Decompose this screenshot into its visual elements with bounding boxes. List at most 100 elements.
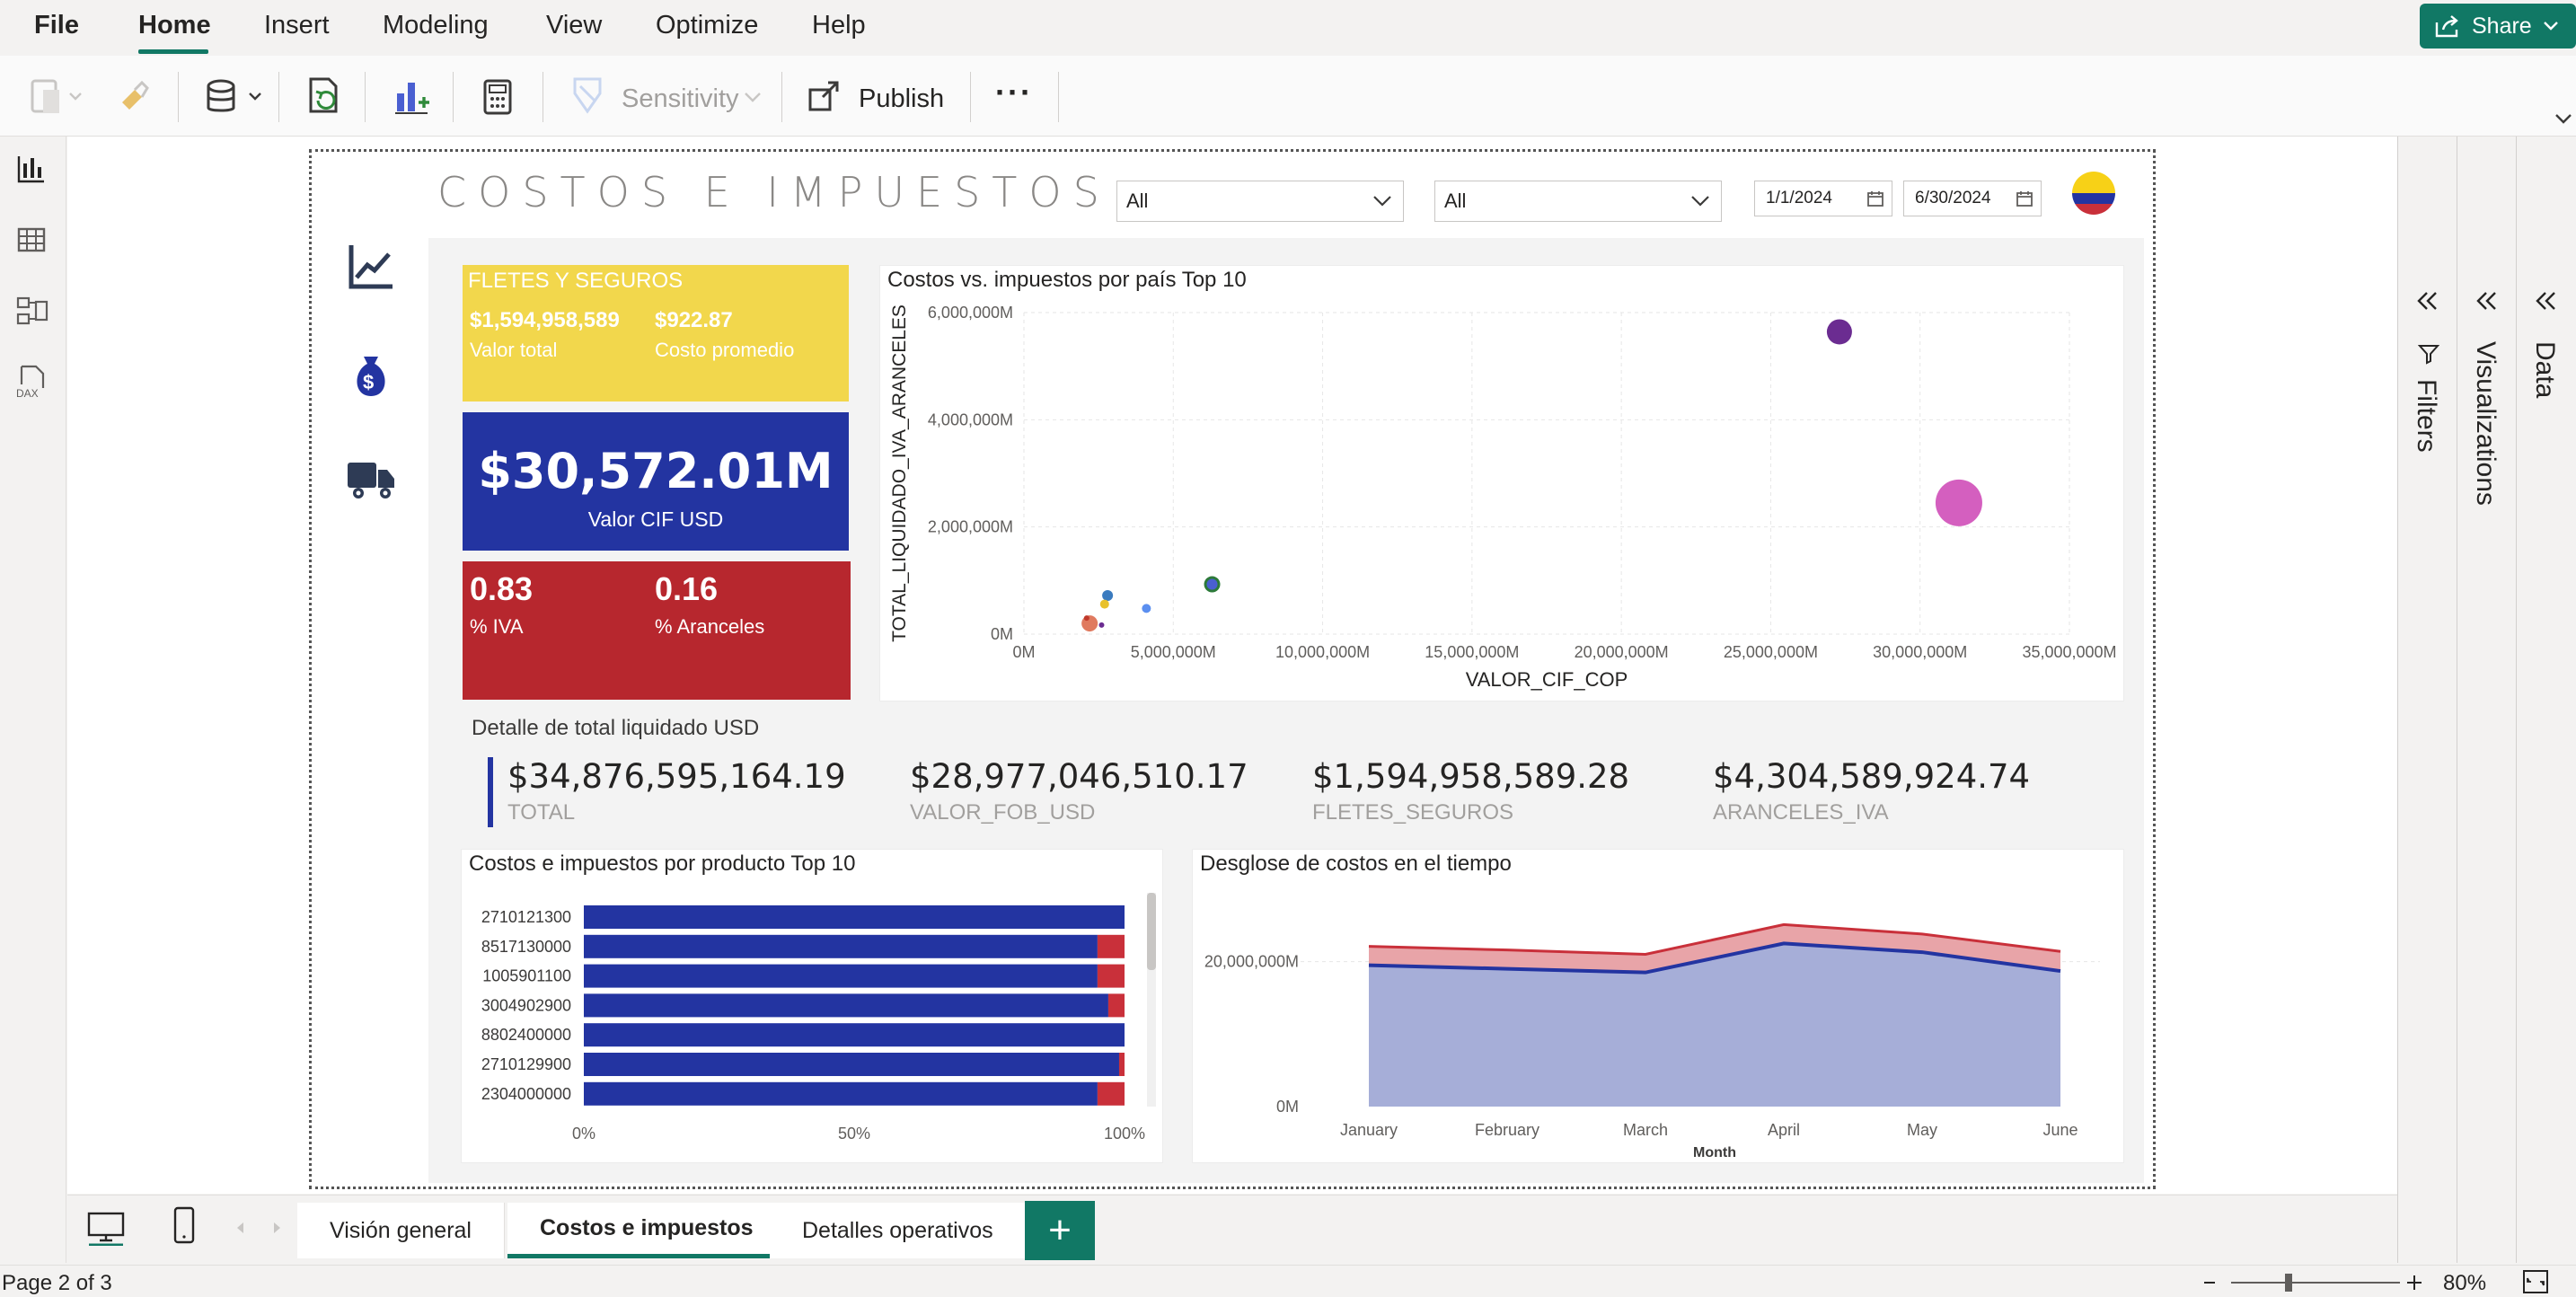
- scroll-right-icon[interactable]: [270, 1221, 283, 1235]
- area-chart-visual[interactable]: Desglose de costos en el tiempo 20,000,0…: [1192, 849, 2124, 1163]
- data-pane[interactable]: Data: [2516, 137, 2576, 1263]
- filters-label[interactable]: Filters: [2411, 379, 2441, 453]
- model-view-icon[interactable]: [16, 295, 49, 327]
- bar-chart-visual[interactable]: Costos e impuestos por producto Top 10 2…: [461, 849, 1163, 1163]
- bar-chart: 2710121300 8517130000 1005901100 3004902900…: [481, 905, 1145, 1143]
- expand-chevron-icon[interactable]: [2416, 291, 2439, 311]
- y-tick-label: 4,000,000M: [928, 410, 1013, 428]
- x-tick-label: 0%: [572, 1125, 595, 1143]
- calendar-icon[interactable]: [2016, 190, 2033, 207]
- fletes-avg-label: Costo promedio: [655, 339, 795, 361]
- tab-label: Detalles operativos: [802, 1217, 993, 1243]
- get-data-icon[interactable]: [203, 77, 266, 117]
- slicer-2-value: All: [1444, 190, 1467, 212]
- calendar-icon[interactable]: [1866, 190, 1884, 207]
- kpi-fob-label: VALOR_FOB_USD: [910, 800, 1096, 825]
- publish-button[interactable]: Publish: [859, 84, 944, 114]
- x-tick-label: April: [1768, 1121, 1800, 1139]
- scatter-point: [1826, 319, 1852, 345]
- ribbon-separator: [453, 72, 454, 122]
- x-tick-label: 0M: [1012, 643, 1035, 661]
- scrollbar-track[interactable]: [1147, 893, 1156, 1107]
- iva-value: 0.83: [470, 570, 534, 607]
- share-button[interactable]: Share: [2420, 4, 2576, 49]
- view-switcher-rail: DAX: [0, 137, 66, 1263]
- menu-optimize[interactable]: Optimize: [656, 11, 758, 40]
- x-tick-label: 15,000,000M: [1425, 643, 1519, 661]
- add-page-button[interactable]: +: [1025, 1201, 1095, 1260]
- visualizations-label[interactable]: Visualizations: [2470, 341, 2501, 506]
- ribbon: Sensitivity Publish ···: [0, 56, 2576, 137]
- cif-value: $30,572.01M: [478, 443, 834, 499]
- slicer-dropdown-2[interactable]: All: [1434, 181, 1722, 222]
- scroll-left-icon[interactable]: [234, 1221, 247, 1235]
- truck-nav-icon[interactable]: [346, 454, 396, 504]
- ribbon-collapse-icon[interactable]: [2554, 113, 2572, 126]
- menu-modeling[interactable]: Modeling: [383, 11, 489, 40]
- y-axis-label: TOTAL_LIQUIDADO_IVA_ARANCELES: [889, 304, 910, 642]
- mobile-layout-icon[interactable]: [172, 1206, 197, 1246]
- scatter-point: [1083, 615, 1090, 622]
- filter-icon: [2418, 345, 2439, 365]
- x-tick-label: 50%: [838, 1125, 870, 1143]
- publish-icon[interactable]: [807, 77, 842, 113]
- kpi-aranceles-label: ARANCELES_IVA: [1713, 800, 1889, 825]
- ribbon-separator: [178, 72, 179, 122]
- bar-segment: [1097, 1081, 1125, 1106]
- money-bag-nav-icon[interactable]: $: [346, 349, 396, 400]
- filters-pane[interactable]: Filters: [2397, 137, 2457, 1263]
- date-start-value: 1/1/2024: [1766, 189, 1832, 207]
- svg-text:$: $: [363, 371, 374, 393]
- x-tick-label: June: [2042, 1121, 2078, 1139]
- page-title: COSTOS E IMPUESTOS: [437, 168, 1111, 216]
- expand-chevron-icon[interactable]: [2535, 291, 2558, 311]
- cif-card[interactable]: $30,572.01M Valor CIF USD: [463, 412, 849, 551]
- paste-icon[interactable]: [27, 77, 84, 117]
- date-start-input[interactable]: 1/1/2024: [1754, 181, 1892, 216]
- slicer-1-value: All: [1126, 190, 1149, 212]
- menu-bar: File Home Insert Modeling View Optimize …: [0, 0, 2576, 56]
- y-tick-label: 2,000,000M: [928, 518, 1013, 536]
- new-visual-icon[interactable]: [392, 75, 431, 117]
- more-options-button[interactable]: ···: [995, 74, 1033, 111]
- bar-category-label: 2304000000: [481, 1085, 571, 1103]
- fletes-seguros-card[interactable]: FLETES Y SEGUROS $1,594,958,589 Valor to…: [463, 265, 849, 401]
- slicer-dropdown-1[interactable]: All: [1116, 181, 1404, 222]
- expand-chevron-icon[interactable]: [2475, 291, 2499, 311]
- chevron-down-icon: [2543, 22, 2558, 31]
- dax-query-view-icon[interactable]: DAX: [16, 365, 49, 401]
- tab-costos-impuestos[interactable]: Costos e impuestos: [507, 1203, 787, 1258]
- menu-help[interactable]: Help: [812, 11, 866, 40]
- tab-label: Costos e impuestos: [540, 1215, 754, 1240]
- bar-segment: [584, 993, 1108, 1018]
- y-tick-label: 0M: [1276, 1098, 1299, 1116]
- tab-vision-general[interactable]: Visión general: [297, 1203, 505, 1258]
- bar-segment: [584, 1053, 1119, 1076]
- bar-segment: [584, 905, 1125, 929]
- fit-to-page-icon[interactable]: [2522, 1269, 2549, 1294]
- report-view-icon[interactable]: [16, 154, 47, 185]
- scrollbar-thumb[interactable]: [1147, 893, 1156, 970]
- bar-category-label: 8517130000: [481, 938, 571, 956]
- format-painter-icon[interactable]: [115, 77, 151, 113]
- scatter-chart-visual[interactable]: Costos vs. impuestos por país Top 10 0M 5…: [879, 265, 2124, 701]
- bar-category-label: 2710129900: [481, 1055, 571, 1073]
- calculator-icon[interactable]: [481, 77, 514, 117]
- table-view-icon[interactable]: [16, 225, 47, 255]
- visualizations-pane[interactable]: Visualizations: [2457, 137, 2516, 1263]
- zoom-slider[interactable]: [2201, 1271, 2425, 1294]
- colombia-flag-icon: [2072, 172, 2115, 215]
- trend-chart-nav-icon[interactable]: [346, 242, 396, 292]
- date-end-input[interactable]: 6/30/2024: [1903, 181, 2042, 216]
- data-label[interactable]: Data: [2529, 341, 2560, 398]
- desktop-layout-icon[interactable]: [85, 1210, 127, 1246]
- refresh-icon[interactable]: [305, 75, 345, 117]
- tab-detalles-operativos[interactable]: Detalles operativos: [770, 1203, 1027, 1258]
- menu-insert[interactable]: Insert: [264, 11, 330, 40]
- tax-percent-card[interactable]: 0.83 % IVA 0.16 % Aranceles: [463, 561, 851, 700]
- menu-view[interactable]: View: [546, 11, 602, 40]
- menu-home[interactable]: Home: [138, 11, 211, 40]
- scatter-point: [1099, 599, 1109, 609]
- menu-file[interactable]: File: [34, 11, 79, 40]
- chevron-down-icon: [1691, 196, 1709, 207]
